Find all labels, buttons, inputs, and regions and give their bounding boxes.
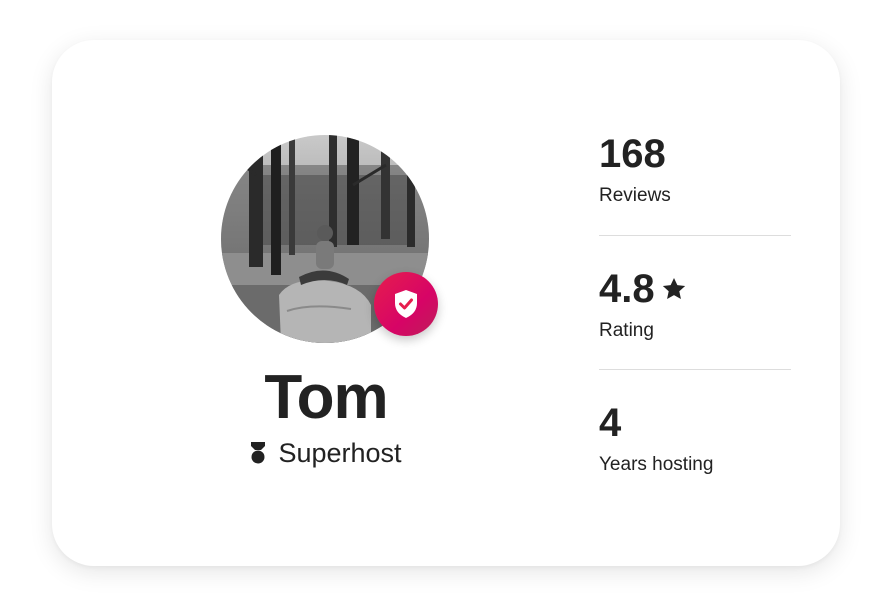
stat-rating[interactable]: 4.8 Rating xyxy=(599,265,791,343)
page-background: Tom Superhost 168 Reviews 4.8 Rating 4 Y… xyxy=(0,0,890,616)
years-hosting-value: 4 xyxy=(599,401,622,445)
stats-divider xyxy=(599,369,791,370)
shield-check-icon xyxy=(395,290,417,318)
years-hosting-value-row: 4 xyxy=(599,399,791,447)
superhost-medal-icon xyxy=(251,442,266,464)
rating-label: Rating xyxy=(599,320,654,341)
superhost-label: Superhost xyxy=(278,438,402,468)
reviews-value: 168 xyxy=(599,132,666,176)
reviews-label: Reviews xyxy=(599,185,671,206)
stat-reviews[interactable]: 168 Reviews xyxy=(599,130,791,208)
rating-value: 4.8 xyxy=(599,267,655,311)
rating-value-row: 4.8 xyxy=(599,265,791,313)
stats-divider xyxy=(599,235,791,236)
reviews-count: 168 xyxy=(599,130,791,178)
host-identity: Tom Superhost xyxy=(52,40,600,566)
host-name: Tom xyxy=(264,363,388,432)
years-hosting-label: Years hosting xyxy=(599,454,714,475)
host-profile-card[interactable]: Tom Superhost 168 Reviews 4.8 Rating 4 Y… xyxy=(52,40,840,566)
star-icon xyxy=(662,277,685,299)
verified-badge xyxy=(374,272,438,336)
superhost-badge: Superhost xyxy=(226,436,426,470)
stat-years-hosting[interactable]: 4 Years hosting xyxy=(599,399,791,477)
